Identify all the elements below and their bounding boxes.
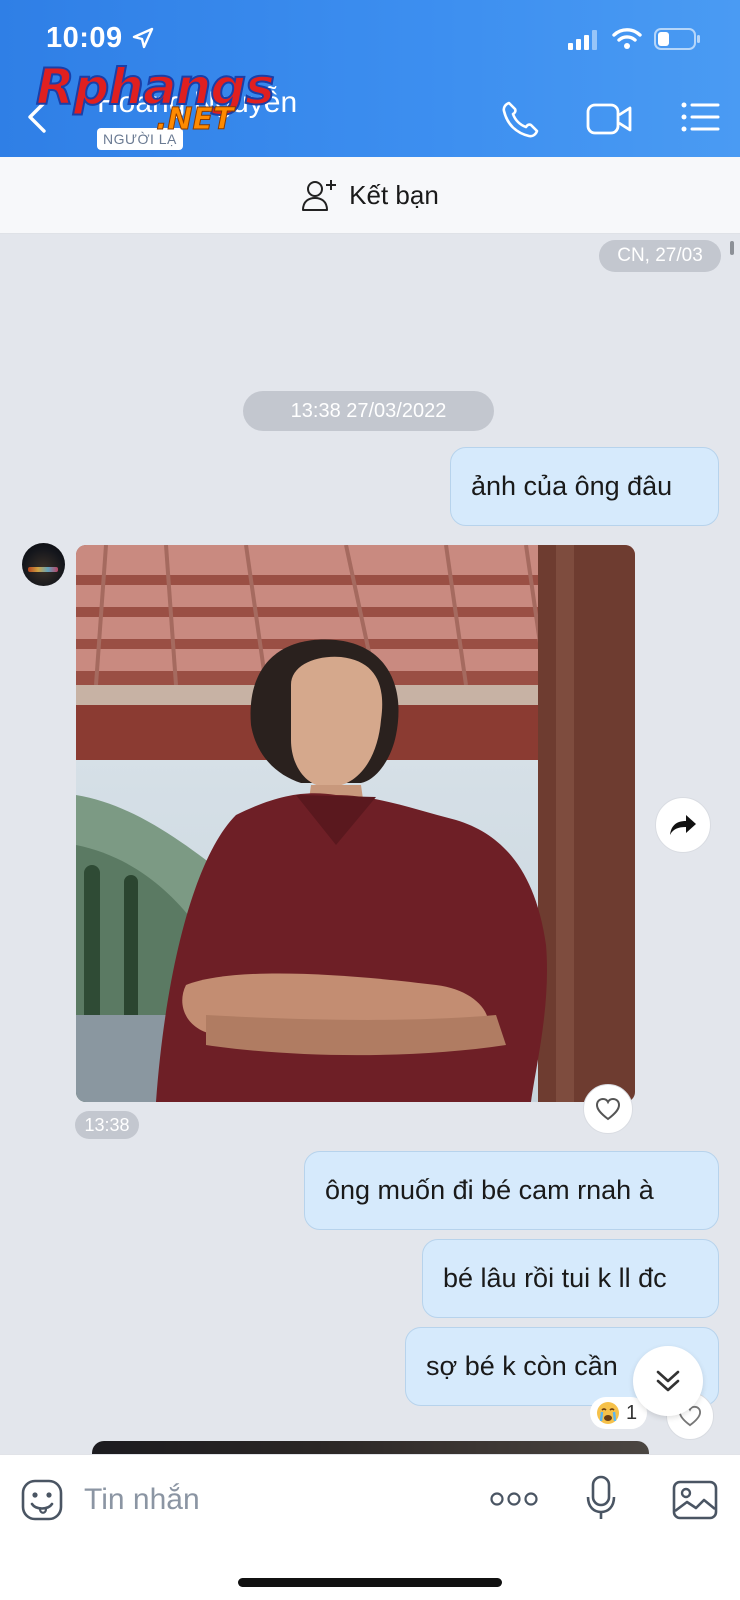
- message-bubble-outgoing[interactable]: ông muốn đi bé cam rnah à: [304, 1151, 719, 1230]
- menu-list-icon[interactable]: [680, 101, 720, 133]
- sticker-emoji-icon[interactable]: [20, 1478, 64, 1522]
- back-arrow-icon[interactable]: [26, 100, 48, 134]
- wifi-icon: [612, 28, 642, 49]
- microphone-icon[interactable]: [586, 1475, 616, 1521]
- video-call-icon[interactable]: [586, 101, 634, 137]
- home-indicator[interactable]: [238, 1578, 502, 1587]
- chat-header: 10:09 Hoang Nguyễn NGƯỜI LẠ Rphangs .NET: [0, 0, 740, 157]
- message-bubble-outgoing[interactable]: bé lâu rồi tui k ll đc: [422, 1239, 719, 1318]
- contact-avatar[interactable]: [22, 543, 65, 586]
- react-heart-button[interactable]: [583, 1084, 633, 1134]
- double-chevron-down-icon: [656, 1370, 680, 1392]
- message-bubble-outgoing[interactable]: ảnh của ông đâu: [450, 447, 719, 526]
- cellular-signal-icon: [568, 30, 597, 50]
- status-time: 10:09: [46, 22, 123, 54]
- add-friend-label: Kết bạn: [349, 179, 439, 210]
- location-arrow-icon: [132, 27, 154, 49]
- forward-arrow-icon: [670, 815, 696, 835]
- message-composer: [0, 1454, 740, 1600]
- date-divider: CN, 27/03: [599, 240, 721, 272]
- contact-name[interactable]: Hoang Nguyễn: [97, 86, 297, 120]
- scrollbar[interactable]: [730, 241, 734, 255]
- reaction-count: 1: [626, 1401, 638, 1424]
- stranger-badge: NGƯỜI LẠ: [97, 128, 183, 150]
- image-gallery-icon[interactable]: [672, 1480, 718, 1520]
- reaction-badge[interactable]: 1: [590, 1397, 648, 1429]
- more-options-icon[interactable]: [490, 1491, 538, 1507]
- message-text: ông muốn đi bé cam rnah à: [325, 1175, 654, 1205]
- photo-message[interactable]: [76, 545, 635, 1102]
- time-divider: 13:38 27/03/2022: [243, 391, 494, 431]
- forward-share-button[interactable]: [655, 797, 711, 853]
- scroll-to-bottom-button[interactable]: [633, 1346, 703, 1416]
- person-photo-image: [76, 545, 635, 1102]
- add-user-icon: [302, 180, 337, 211]
- crying-emoji-icon: [597, 1402, 619, 1424]
- message-text: sợ bé k còn cần: [426, 1351, 618, 1381]
- message-input[interactable]: [84, 1475, 444, 1525]
- photo-timestamp: 13:38: [75, 1111, 139, 1139]
- add-friend-button[interactable]: Kết bạn: [0, 157, 740, 234]
- phone-call-icon[interactable]: [500, 100, 540, 140]
- message-text: ảnh của ông đâu: [471, 471, 673, 501]
- message-text: bé lâu rồi tui k ll đc: [443, 1263, 667, 1293]
- heart-icon: [595, 1097, 621, 1121]
- battery-icon: [654, 28, 700, 50]
